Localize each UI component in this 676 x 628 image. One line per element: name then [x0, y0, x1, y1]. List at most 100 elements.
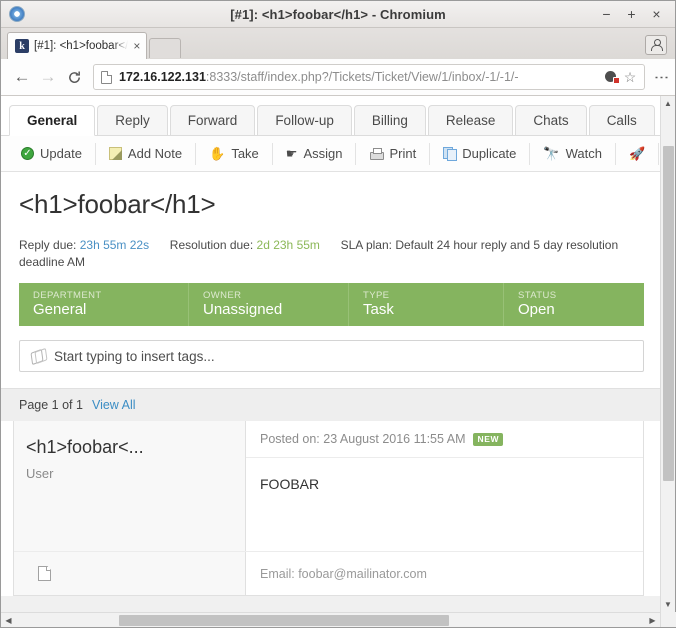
vertical-scroll-thumb[interactable]: [663, 146, 674, 481]
tags-input[interactable]: Start typing to insert tags...: [19, 340, 644, 373]
info-key: DEPARTMENT: [33, 289, 102, 301]
tab-release[interactable]: Release: [427, 105, 514, 136]
back-button[interactable]: ←: [9, 64, 35, 90]
take-button[interactable]: ✋ Take: [196, 142, 273, 165]
thread-entry: <h1>foobar<... User Posted on: 23 August…: [14, 421, 643, 551]
thread-panel: <h1>foobar<... User Posted on: 23 August…: [13, 421, 644, 596]
info-value: Unassigned: [203, 301, 283, 319]
info-status: STATUS Open: [504, 283, 644, 326]
browser-toolbar: ← → 172.16.122.131:8333/staff/index.php?…: [1, 59, 675, 96]
tab-label: Chats: [533, 113, 569, 128]
vertical-scrollbar[interactable]: ▲ ▼: [660, 96, 676, 627]
print-button[interactable]: Print: [356, 142, 431, 165]
tab-label: Release: [445, 113, 496, 128]
tab-reply[interactable]: Reply: [97, 105, 168, 136]
info-type: TYPE Task: [349, 283, 504, 327]
reload-icon: [68, 71, 80, 83]
action-label: Add Note: [127, 146, 183, 161]
view-all-link[interactable]: View All: [92, 398, 136, 412]
new-badge: NEW: [473, 433, 504, 446]
reply-due-label: Reply due:: [19, 237, 77, 252]
attachment-file-icon[interactable]: [38, 566, 51, 581]
bookmark-star-icon[interactable]: ☆: [624, 69, 638, 86]
url-host: 172.16.122.131: [119, 70, 206, 84]
thread-author-panel: <h1>foobar<... User: [14, 421, 246, 551]
tab-label: Follow-up: [275, 113, 334, 128]
sla-plan-overflow: AM: [67, 254, 86, 269]
tag-icon: [30, 350, 45, 363]
browser-menu-icon[interactable]: ⋮: [653, 70, 670, 85]
tab-close-icon[interactable]: ×: [133, 40, 140, 52]
printer-icon: [369, 148, 385, 160]
scroll-left-arrow[interactable]: ◀: [1, 613, 16, 628]
thread-footer: Email: foobar@mailinator.com: [14, 551, 643, 595]
thread-posted-date: Posted on: 23 August 2016 11:55 AM: [260, 432, 466, 447]
update-button[interactable]: Update: [17, 142, 96, 165]
scroll-right-arrow[interactable]: ▶: [645, 613, 660, 628]
action-label: Duplicate: [462, 146, 517, 161]
page-info-icon[interactable]: [101, 70, 112, 84]
window-title: [#1]: <h1>foobar</h1> - Chromium: [230, 6, 446, 22]
binoculars-icon: 🔭: [543, 146, 560, 161]
resolution-due-label: Resolution due:: [169, 237, 254, 252]
tab-general[interactable]: General: [9, 105, 96, 136]
page-indicator: Page 1 of 1: [19, 398, 83, 413]
address-bar[interactable]: 172.16.122.131:8333/staff/index.php?/Tic…: [93, 64, 645, 90]
duplicate-button[interactable]: Duplicate: [430, 142, 531, 165]
profile-button[interactable]: [645, 35, 667, 55]
ticket-tab-bar: General Reply Forward Follow-up Billing …: [1, 96, 660, 136]
reply-due-value: 23h 55m 22s: [79, 237, 150, 252]
escalate-button[interactable]: 🚀: [616, 142, 660, 165]
browser-tab[interactable]: k [#1]: <h1>foobar</ ×: [7, 32, 148, 59]
url-path: :8333/staff/index.php?/Tickets/Ticket/Vi…: [205, 70, 519, 84]
horizontal-scrollbar[interactable]: ◀ ▶: [1, 612, 660, 627]
tab-forward[interactable]: Forward: [169, 105, 256, 136]
page-content: General Reply Forward Follow-up Billing …: [1, 96, 660, 627]
watch-button[interactable]: 🔭 Watch: [530, 142, 616, 165]
person-icon: [651, 39, 663, 51]
assign-button[interactable]: ☛ Assign: [273, 142, 357, 165]
thread-attachment-cell: [14, 552, 246, 595]
blocked-content-icon[interactable]: [604, 70, 620, 84]
tab-follow-up[interactable]: Follow-up: [257, 105, 352, 136]
action-label: Take: [231, 146, 259, 161]
browser-tab-strip: k [#1]: <h1>foobar</ ×: [1, 28, 675, 59]
browser-tab-title: [#1]: <h1>foobar</: [34, 40, 129, 52]
url-text: 172.16.122.131:8333/staff/index.php?/Tic…: [119, 70, 602, 84]
info-owner: OWNER Unassigned: [189, 283, 349, 327]
thread-content-panel: Posted on: 23 August 2016 11:55 AM NEW F…: [246, 421, 643, 551]
tab-billing[interactable]: Billing: [353, 105, 426, 136]
reload-button[interactable]: [61, 64, 87, 90]
info-key: TYPE: [363, 289, 390, 301]
tab-label: Reply: [115, 113, 150, 128]
info-value: General: [33, 301, 87, 319]
maximize-button[interactable]: +: [625, 7, 638, 21]
forward-button[interactable]: →: [35, 64, 61, 90]
status-badge: Open: [518, 301, 555, 319]
ticket-info-bar: DEPARTMENT General OWNER Unassigned TYPE…: [19, 283, 644, 327]
tab-label: Forward: [187, 113, 238, 128]
scroll-up-arrow[interactable]: ▲: [661, 96, 676, 111]
hand-icon: ✋: [209, 146, 226, 161]
site-favicon-icon: k: [15, 39, 29, 53]
page-title: <h1>foobar</h1>: [19, 189, 216, 219]
ticket-action-toolbar: Update Add Note ✋ Take ☛ Assign Print: [1, 136, 660, 172]
new-tab-button[interactable]: [149, 38, 182, 58]
tags-placeholder: Start typing to insert tags...: [54, 348, 215, 364]
horizontal-scroll-thumb[interactable]: [119, 615, 449, 626]
scrollbar-corner: [660, 612, 676, 627]
minimize-button[interactable]: −: [600, 7, 613, 21]
thread-email-text: Email: foobar@mailinator.com: [260, 566, 427, 581]
tab-chats[interactable]: Chats: [515, 105, 587, 136]
page-viewport: General Reply Forward Follow-up Billing …: [1, 96, 676, 627]
add-note-button[interactable]: Add Note: [96, 142, 197, 165]
title-bar: [#1]: <h1>foobar</h1> - Chromium − + ×: [1, 1, 675, 28]
info-value: Task: [363, 301, 394, 319]
close-button[interactable]: ×: [650, 7, 663, 21]
thread-email-cell: Email: foobar@mailinator.com: [246, 552, 643, 595]
tab-calls[interactable]: Calls: [588, 105, 655, 136]
info-key: STATUS: [518, 289, 557, 301]
sla-plan-label: SLA plan:: [340, 237, 392, 252]
scroll-down-arrow[interactable]: ▼: [661, 597, 676, 612]
ticket-header: <h1>foobar</h1> Reply due: 23h 55m 22s R…: [1, 172, 660, 272]
